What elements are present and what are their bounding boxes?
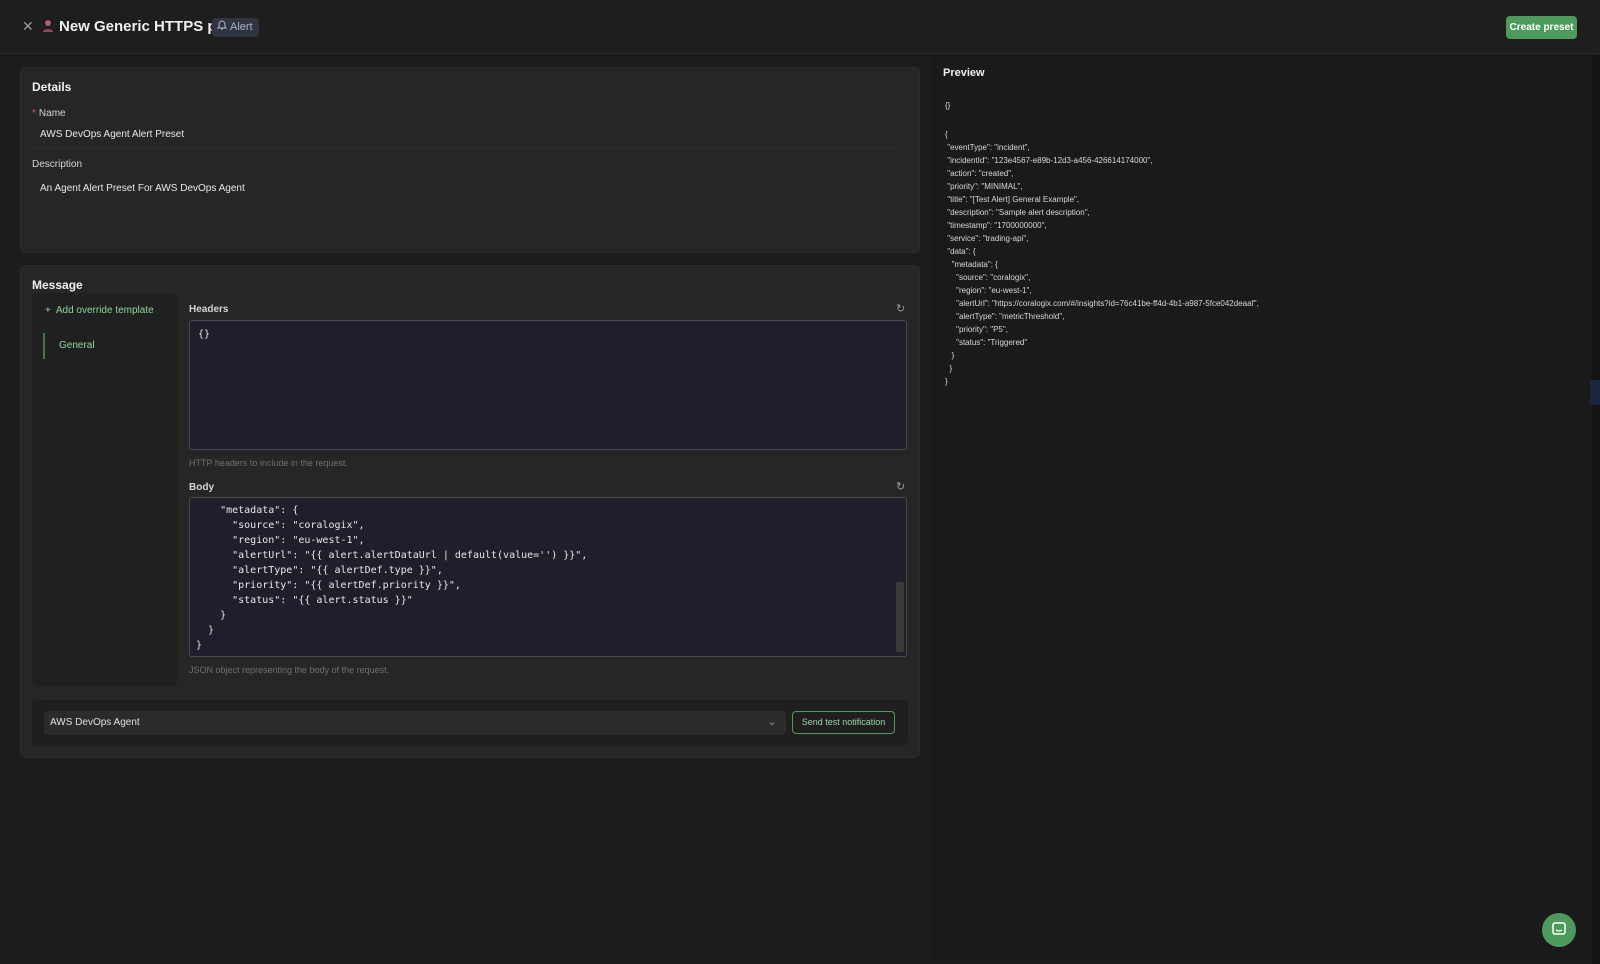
add-template-label: Add override template xyxy=(55,305,154,316)
code-line: } xyxy=(196,625,215,636)
preview-line: "metadata": { xyxy=(945,260,998,269)
message-title: Message xyxy=(32,278,83,292)
preview-headers: {} xyxy=(945,101,951,110)
preview-line: "priority": "MINIMAL", xyxy=(945,182,1023,191)
add-override-template-button[interactable]: + Add override template xyxy=(45,305,154,316)
chat-icon xyxy=(1551,921,1567,940)
top-bar: ✕ New Generic HTTPS preset Alert Create … xyxy=(0,0,1600,54)
headers-label: Headers xyxy=(189,304,229,315)
preview-line: { xyxy=(945,130,948,139)
code-line: "priority": "{{ alertDef.priority }}", xyxy=(196,580,461,591)
preview-title: Preview xyxy=(943,67,985,79)
preview-line: "alertType": "metricThreshold", xyxy=(945,312,1065,321)
send-test-notification-button[interactable]: Send test notification xyxy=(792,711,895,734)
edge-accent xyxy=(1590,380,1600,405)
preview-line: "region": "eu-west-1", xyxy=(945,286,1032,295)
preview-line: "description": "Sample alert description… xyxy=(945,208,1090,217)
code-line: "alertType": "{{ alertDef.type }}", xyxy=(196,565,443,576)
preview-line: "status": "Triggered" xyxy=(945,338,1028,347)
close-icon[interactable]: ✕ xyxy=(22,19,36,33)
body-editor[interactable]: "metadata": { "source": "coralogix", "re… xyxy=(189,497,907,657)
chat-button[interactable] xyxy=(1542,913,1576,947)
name-input[interactable]: AWS DevOps Agent Alert Preset xyxy=(40,129,184,140)
preview-line: "service": "trading-api", xyxy=(945,234,1029,243)
headers-code: {} xyxy=(198,329,211,340)
preset-type-icon xyxy=(40,18,56,34)
create-preset-button[interactable]: Create preset xyxy=(1506,16,1577,39)
preview-line: "alertUrl": "https://coralogix.com/#/ins… xyxy=(945,299,1259,308)
sidebar-item-general[interactable]: General xyxy=(43,333,163,359)
headers-editor[interactable]: {} xyxy=(189,320,907,450)
headers-helper-text: HTTP headers to include in the request. xyxy=(189,458,348,468)
reset-headers-icon[interactable]: ↻ xyxy=(896,304,907,315)
preview-line: "incidentId": "123e4567-e89b-12d3-a456-4… xyxy=(945,156,1153,165)
preview-line: "data": { xyxy=(945,247,976,256)
integration-select[interactable]: AWS DevOps Agent ⌄ xyxy=(44,711,786,735)
preview-line: "action": "created", xyxy=(945,169,1014,178)
window-edge xyxy=(1592,55,1600,964)
preview-line: "timestamp": "1700000000", xyxy=(945,221,1047,230)
code-line: "source": "coralogix", xyxy=(196,520,365,531)
required-marker: * xyxy=(32,108,36,119)
name-underline xyxy=(32,147,900,148)
body-helper-text: JSON object representing the body of the… xyxy=(189,665,390,675)
details-card xyxy=(20,67,920,253)
code-line: } xyxy=(196,640,203,651)
preview-line: "eventType": "incident", xyxy=(945,143,1030,152)
preview-line: "source": "coralogix", xyxy=(945,273,1031,282)
plus-icon: + xyxy=(45,305,51,316)
code-line: } xyxy=(196,610,227,621)
preview-line: } xyxy=(945,351,955,360)
description-label: Description xyxy=(32,159,83,170)
reset-body-icon[interactable]: ↻ xyxy=(896,482,907,493)
bell-icon xyxy=(216,18,228,37)
body-scrollbar[interactable] xyxy=(896,582,904,652)
code-line: "alertUrl": "{{ alert.alertDataUrl | def… xyxy=(196,550,588,561)
code-line: "status": "{{ alert.status }}" xyxy=(196,595,413,606)
integration-select-value: AWS DevOps Agent xyxy=(50,717,140,728)
preview-line: } xyxy=(945,377,948,386)
preview-line: "title": "[Test Alert] General Example", xyxy=(945,195,1080,204)
badge-label: Alert xyxy=(230,21,253,33)
code-line: "metadata": { xyxy=(196,505,299,516)
body-label: Body xyxy=(189,482,214,493)
alert-badge: Alert xyxy=(212,18,259,37)
chevron-down-icon: ⌄ xyxy=(767,717,776,728)
code-line: "region": "eu-west-1", xyxy=(196,535,365,546)
details-title: Details xyxy=(32,80,72,94)
preview-line: } xyxy=(945,364,953,373)
name-label: * Name xyxy=(32,108,66,119)
preview-line: "priority": "P5", xyxy=(945,325,1008,334)
description-input[interactable]: An Agent Alert Preset For AWS DevOps Age… xyxy=(40,183,245,194)
preview-panel xyxy=(931,55,1591,961)
